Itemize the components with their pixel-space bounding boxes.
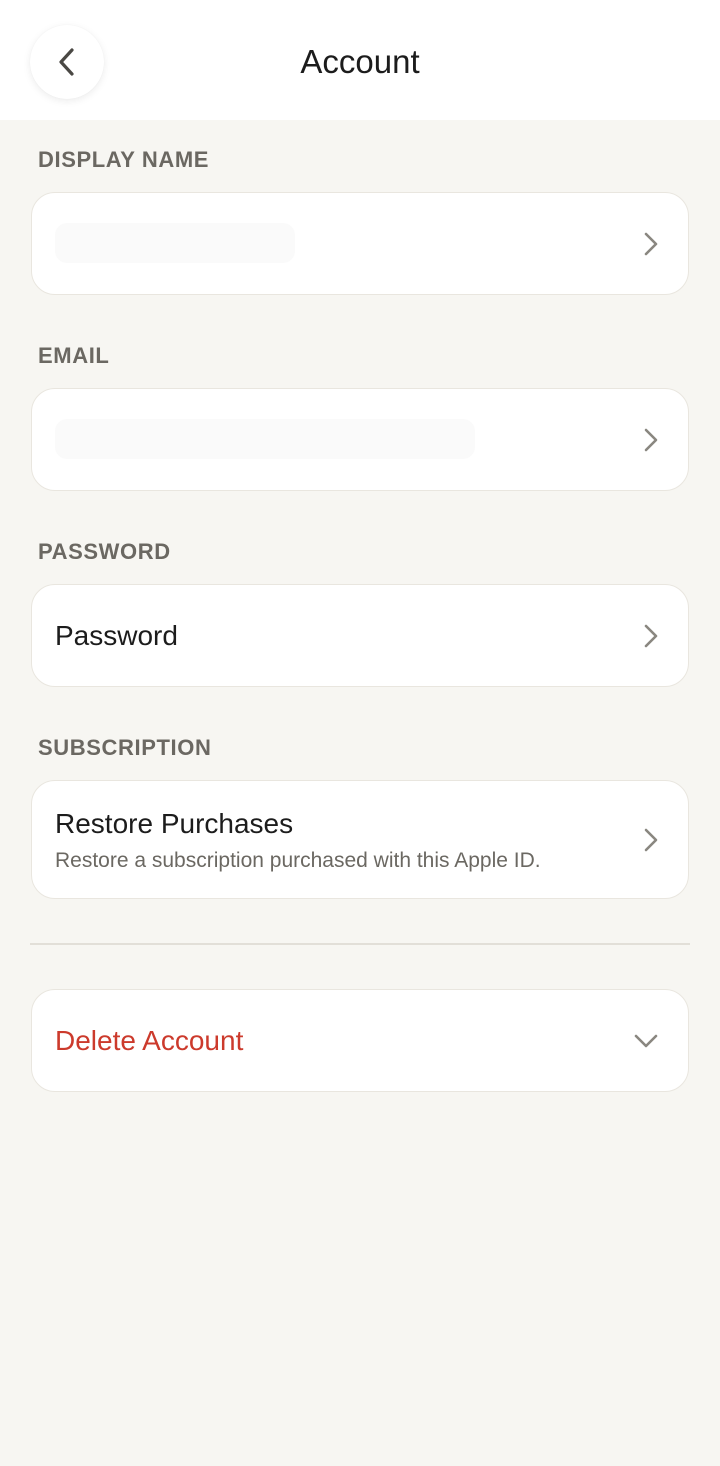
delete-account-row[interactable]: Delete Account — [31, 989, 689, 1092]
restore-purchases-row[interactable]: Restore Purchases Restore a subscription… — [31, 780, 689, 899]
restore-purchases-title: Restore Purchases — [55, 808, 294, 839]
section-divider — [30, 943, 690, 945]
display-name-label: DISPLAY NAME — [38, 147, 210, 172]
restore-purchases-subtitle: Restore a subscription purchased with th… — [55, 849, 541, 872]
subscription-label: SUBSCRIPTION — [38, 735, 212, 760]
chevron-down-icon — [634, 1034, 658, 1047]
password-label: PASSWORD — [38, 539, 171, 564]
email-row[interactable] — [31, 388, 689, 491]
chevron-right-icon — [644, 428, 658, 451]
email-value — [55, 419, 475, 459]
password-row-title: Password — [55, 620, 178, 651]
delete-account-label: Delete Account — [55, 1025, 244, 1056]
page-title: Account — [300, 43, 420, 80]
email-label: EMAIL — [38, 343, 110, 368]
display-name-row[interactable] — [31, 192, 689, 295]
display-name-value — [55, 223, 295, 263]
password-row[interactable]: Password — [31, 584, 689, 687]
chevron-right-icon — [644, 624, 658, 647]
chevron-right-icon — [644, 232, 658, 255]
top-bar: Account — [0, 0, 720, 120]
chevron-right-icon — [644, 828, 658, 851]
